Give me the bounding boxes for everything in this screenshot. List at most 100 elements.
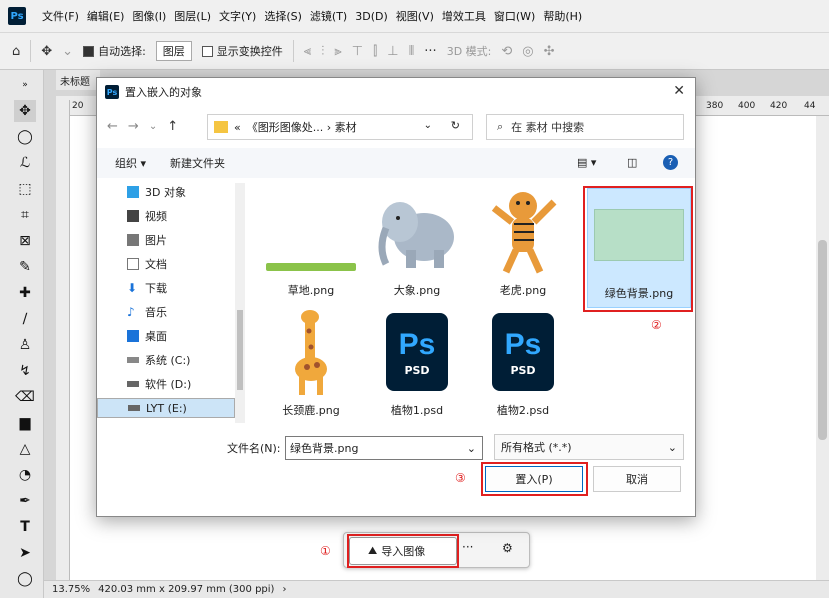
nav-item-desktop[interactable]: 桌面 bbox=[127, 326, 237, 346]
show-transform-checkbox[interactable] bbox=[201, 45, 213, 57]
home-icon[interactable]: ⌂ bbox=[12, 44, 20, 59]
document-tab[interactable]: 未标题 bbox=[56, 70, 100, 90]
eraser-tool-icon[interactable]: ⌫ bbox=[14, 386, 36, 408]
nav-item-drive-c[interactable]: 系统 (C:) bbox=[127, 350, 237, 370]
type-tool-icon[interactable]: T bbox=[14, 516, 36, 538]
back-icon[interactable]: ← bbox=[107, 119, 118, 134]
scrollbar-thumb[interactable] bbox=[237, 310, 243, 390]
align-right-icon[interactable]: ⫸ bbox=[334, 44, 341, 59]
filename-input[interactable]: 绿色背景.png ⌄ bbox=[285, 436, 483, 460]
menu-image[interactable]: 图像(I) bbox=[128, 8, 170, 24]
settings-sliders-icon[interactable]: ⚙ bbox=[502, 541, 513, 555]
document-info[interactable]: 420.03 mm x 209.97 mm (300 ppi) bbox=[98, 584, 274, 595]
chevron-down-icon[interactable]: ⌄ bbox=[467, 442, 476, 455]
step-callout-3: ③ bbox=[455, 471, 466, 485]
align-middle-icon[interactable]: ⫿ bbox=[373, 44, 377, 59]
show-transform-option[interactable]: 显示变换控件 bbox=[201, 43, 283, 59]
forward-icon[interactable]: → bbox=[128, 119, 139, 134]
menu-file[interactable]: 文件(F) bbox=[38, 8, 83, 24]
file-item[interactable]: 草地.png bbox=[261, 186, 361, 306]
highlight-box bbox=[347, 534, 459, 568]
chevron-down-icon[interactable]: ⌄ bbox=[424, 120, 432, 131]
view-options-icon[interactable]: ▤ ▾ bbox=[577, 156, 596, 169]
menu-select[interactable]: 选择(S) bbox=[260, 8, 306, 24]
menu-filter[interactable]: 滤镜(T) bbox=[306, 8, 351, 24]
nav-item-videos[interactable]: 视频 bbox=[127, 206, 237, 226]
menu-plugins[interactable]: 增效工具 bbox=[438, 8, 490, 24]
scrollbar-thumb[interactable] bbox=[818, 240, 827, 440]
auto-select-checkbox[interactable] bbox=[83, 45, 95, 57]
orbit-icon[interactable]: ⟲ bbox=[501, 44, 512, 59]
path-box[interactable]: « 《图形图像处... › 素材 ⌄ ↻ bbox=[207, 114, 473, 140]
pen-tool-icon[interactable]: ✒ bbox=[14, 490, 36, 512]
clone-stamp-tool-icon[interactable]: ♙ bbox=[14, 334, 36, 356]
cancel-button[interactable]: 取消 bbox=[593, 466, 681, 492]
collapse-icon[interactable]: » bbox=[14, 74, 36, 96]
nav-item-documents[interactable]: 文档 bbox=[127, 254, 237, 274]
nav-item-downloads[interactable]: ⬇ 下载 bbox=[127, 278, 237, 298]
divider bbox=[292, 40, 294, 62]
show-transform-label: 显示变换控件 bbox=[216, 45, 283, 58]
menu-view[interactable]: 视图(V) bbox=[392, 8, 438, 24]
search-input[interactable]: ⌕ 在 素材 中搜索 bbox=[486, 114, 684, 140]
align-bottom-icon[interactable]: ⊥ bbox=[387, 44, 398, 59]
menu-edit[interactable]: 编辑(E) bbox=[83, 8, 129, 24]
zoom-level[interactable]: 13.75% bbox=[52, 584, 90, 595]
menu-help[interactable]: 帮助(H) bbox=[539, 8, 586, 24]
layer-select[interactable]: 图层 bbox=[155, 41, 192, 61]
shape-tool-icon[interactable]: ◯ bbox=[14, 568, 36, 590]
file-item[interactable]: 老虎.png bbox=[473, 186, 573, 306]
up-icon[interactable]: ↑ bbox=[167, 119, 178, 134]
more-icon[interactable]: ··· bbox=[462, 540, 473, 554]
auto-select-option[interactable]: 自动选择: bbox=[83, 43, 146, 59]
nav-item-drive-e[interactable]: LYT (E:) bbox=[97, 398, 235, 418]
blur-tool-icon[interactable]: △ bbox=[14, 438, 36, 460]
file-item[interactable]: Ps PSD 植物1.psd bbox=[367, 306, 467, 426]
file-item[interactable]: 长颈鹿.png bbox=[261, 306, 361, 426]
chevron-down-icon[interactable]: ⌄ bbox=[62, 44, 73, 59]
nav-item-3d-objects[interactable]: 3D 对象 bbox=[127, 182, 237, 202]
menu-type[interactable]: 文字(Y) bbox=[215, 8, 260, 24]
frame-tool-icon[interactable]: ⊠ bbox=[14, 230, 36, 252]
help-icon[interactable]: ? bbox=[663, 155, 678, 170]
brush-tool-icon[interactable]: ∕ bbox=[14, 308, 36, 330]
history-brush-tool-icon[interactable]: ↯ bbox=[14, 360, 36, 382]
psd-file-icon: Ps PSD bbox=[476, 306, 570, 398]
marquee-tool-icon[interactable]: ◯ bbox=[14, 126, 36, 148]
align-left-icon[interactable]: ⫷ bbox=[304, 44, 311, 59]
move-tool-icon[interactable]: ✥ bbox=[41, 44, 52, 59]
align-top-icon[interactable]: ⊤ bbox=[352, 44, 363, 59]
menu-window[interactable]: 窗口(W) bbox=[490, 8, 539, 24]
organize-button[interactable]: 组织 ▾ bbox=[115, 155, 146, 171]
align-center-icon[interactable]: ⫶ bbox=[321, 44, 324, 59]
file-item[interactable]: Ps PSD 植物2.psd bbox=[473, 306, 573, 426]
object-select-tool-icon[interactable]: ⬚ bbox=[14, 178, 36, 200]
nav-label: 系统 (C:) bbox=[145, 354, 191, 367]
healing-brush-tool-icon[interactable]: ✚ bbox=[14, 282, 36, 304]
chevron-right-icon[interactable]: › bbox=[282, 584, 286, 595]
lasso-tool-icon[interactable]: ℒ bbox=[14, 152, 36, 174]
distribute-icon[interactable]: ⦀ bbox=[409, 44, 415, 59]
new-folder-button[interactable]: 新建文件夹 bbox=[170, 155, 225, 171]
dodge-tool-icon[interactable]: ◔ bbox=[14, 464, 36, 486]
menu-3d[interactable]: 3D(D) bbox=[351, 10, 392, 23]
gradient-tool-icon[interactable]: ▆ bbox=[14, 412, 36, 434]
roll-icon[interactable]: ◎ bbox=[522, 44, 533, 59]
path-select-tool-icon[interactable]: ➤ bbox=[14, 542, 36, 564]
filetype-select[interactable]: 所有格式 (*.*) ⌄ bbox=[494, 434, 684, 460]
nav-item-drive-d[interactable]: 软件 (D:) bbox=[127, 374, 237, 394]
nav-item-music[interactable]: ♪ 音乐 bbox=[127, 302, 237, 322]
file-item[interactable]: 大象.png bbox=[367, 186, 467, 306]
nav-item-pictures[interactable]: 图片 bbox=[127, 230, 237, 250]
move-tool-icon[interactable]: ✥ bbox=[14, 100, 36, 122]
eyedropper-tool-icon[interactable]: ✎ bbox=[14, 256, 36, 278]
chevron-down-icon[interactable]: ⌄ bbox=[149, 121, 157, 132]
preview-pane-icon[interactable]: ◫ bbox=[627, 156, 637, 169]
pan-3d-icon[interactable]: ✣ bbox=[544, 44, 555, 59]
crop-tool-icon[interactable]: ⌗ bbox=[14, 204, 36, 226]
refresh-icon[interactable]: ↻ bbox=[451, 119, 460, 132]
more-options-icon[interactable]: ··· bbox=[424, 44, 436, 59]
close-icon[interactable]: ✕ bbox=[673, 83, 685, 99]
menu-layer[interactable]: 图层(L) bbox=[170, 8, 215, 24]
nav-label: 文档 bbox=[145, 258, 167, 271]
